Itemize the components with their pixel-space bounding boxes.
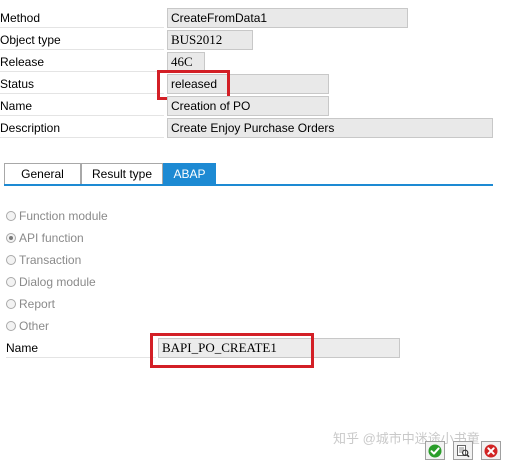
radio-button-icon[interactable] xyxy=(6,299,16,309)
tab-general[interactable]: General xyxy=(4,163,81,184)
radio-report[interactable]: Report xyxy=(6,294,55,314)
tab-strip: General Result type ABAP xyxy=(4,163,216,185)
radio-dialog-module[interactable]: Dialog module xyxy=(6,272,96,292)
tab-result-type[interactable]: Result type xyxy=(81,163,163,184)
object-type-label: Object type xyxy=(0,30,164,50)
radio-label: Transaction xyxy=(19,253,82,267)
abap-name-label: Name xyxy=(6,338,156,358)
radio-transaction[interactable]: Transaction xyxy=(6,250,81,270)
status-label: Status xyxy=(0,74,164,94)
radio-function-module[interactable]: Function module xyxy=(6,206,108,226)
radio-label: Report xyxy=(19,297,56,311)
confirm-button[interactable] xyxy=(425,441,445,460)
radio-button-icon[interactable] xyxy=(6,255,16,265)
status-field[interactable]: released xyxy=(167,74,329,94)
checkmark-icon xyxy=(428,444,442,458)
method-field[interactable]: CreateFromData1 xyxy=(167,8,408,28)
cancel-button[interactable] xyxy=(481,441,501,460)
release-label: Release xyxy=(0,52,164,72)
object-type-field[interactable]: BUS2012 xyxy=(167,30,253,50)
description-label: Description xyxy=(0,118,164,138)
radio-button-icon[interactable] xyxy=(6,211,16,221)
description-field[interactable]: Create Enjoy Purchase Orders xyxy=(167,118,493,138)
method-label: Method xyxy=(0,8,164,28)
inspect-button[interactable] xyxy=(453,441,473,460)
radio-button-icon[interactable] xyxy=(6,277,16,287)
close-icon xyxy=(484,444,498,458)
radio-label: API function xyxy=(19,231,84,245)
release-field[interactable]: 46C xyxy=(167,52,205,72)
radio-label: Other xyxy=(19,319,50,333)
method-detail-dialog: Method CreateFromData1 Object type BUS20… xyxy=(0,0,507,463)
radio-api-function[interactable]: API function xyxy=(6,228,84,248)
radio-other[interactable]: Other xyxy=(6,316,49,336)
name-label: Name xyxy=(0,96,164,116)
magnifier-icon xyxy=(456,444,470,458)
abap-name-field[interactable]: BAPI_PO_CREATE1 xyxy=(158,338,400,358)
radio-label: Dialog module xyxy=(19,275,96,289)
tab-underline xyxy=(4,184,493,186)
radio-button-icon[interactable] xyxy=(6,321,16,331)
radio-button-selected-icon[interactable] xyxy=(6,233,16,243)
radio-label: Function module xyxy=(19,209,108,223)
tab-abap[interactable]: ABAP xyxy=(163,163,216,184)
name-field[interactable]: Creation of PO xyxy=(167,96,329,116)
